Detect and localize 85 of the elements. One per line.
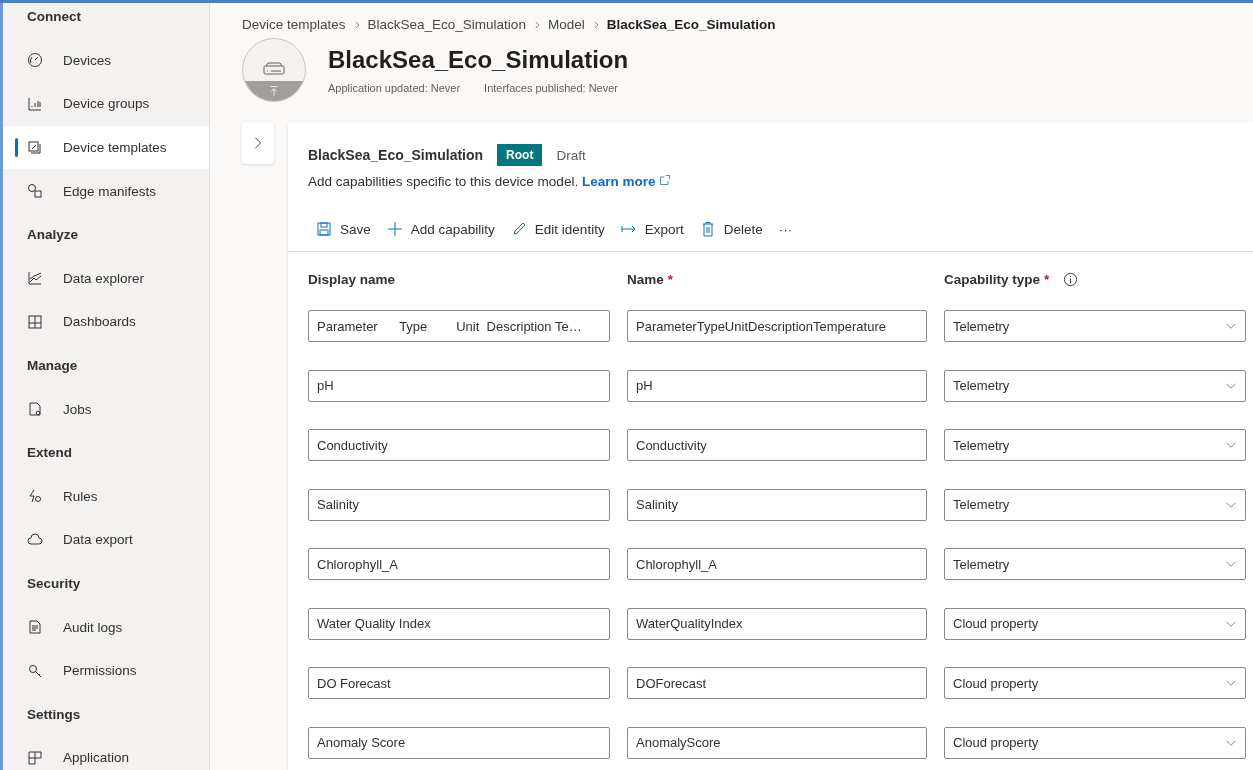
nav-item[interactable]: Data explorer (3, 256, 209, 301)
nav-item[interactable]: Application (3, 736, 209, 770)
display-name-field[interactable]: Chlorophyll_A (308, 548, 610, 580)
nav-item[interactable]: Rules (3, 474, 209, 519)
name-field[interactable]: pH (627, 369, 927, 402)
nav-item[interactable]: Dashboards (3, 300, 209, 344)
edge-device-icon (27, 183, 43, 200)
line-chart-icon (27, 270, 43, 287)
capability-type-dropdown[interactable]: Telemetry (944, 488, 1246, 521)
section-heading: Connect (27, 9, 81, 25)
section-heading: Extend (27, 445, 72, 461)
nav-item[interactable]: Device groups (3, 82, 209, 126)
nav-item[interactable]: Permissions (3, 648, 209, 693)
root-badge: Root (497, 144, 543, 166)
pencil-icon (510, 221, 527, 237)
toolbar-button[interactable]: Save (314, 219, 373, 239)
capability-type-dropdown[interactable]: Cloud property (944, 726, 1246, 759)
gauge-icon (27, 52, 43, 69)
display-name-field[interactable]: Water Quality Index (308, 607, 610, 640)
save-icon (316, 221, 332, 237)
capability-type-dropdown[interactable]: Telemetry (944, 429, 1246, 461)
required-mark: * (1044, 272, 1050, 287)
column-header: Display name (308, 272, 396, 287)
app-layout-icon (27, 749, 43, 766)
breadcrumb-link[interactable]: BlackSea_Eco_Simulation (606, 17, 776, 32)
toolbar-button[interactable]: Edit identity (508, 219, 607, 239)
toolbar-button[interactable]: Export (618, 219, 686, 239)
nav-item[interactable]: Edge manifests (3, 169, 209, 213)
model-name: BlackSea_Eco_Simulation (308, 147, 484, 163)
required-mark: * (667, 272, 674, 287)
toolbar-button[interactable]: Add capability (384, 219, 497, 239)
display-name-field[interactable]: Anomaly Score (308, 726, 610, 759)
display-name-field[interactable]: DO Forecast (308, 667, 610, 699)
name-field[interactable]: WaterQualityIndex (627, 607, 927, 640)
section-heading: Analyze (27, 227, 79, 243)
learn-more-link[interactable]: Learn more (581, 174, 672, 189)
cloud-icon (27, 531, 43, 548)
audit-log-icon (27, 619, 43, 636)
column-header: Name (627, 272, 664, 287)
status-text: Draft (556, 147, 586, 163)
capability-type-dropdown[interactable]: Telemetry (944, 310, 1246, 342)
section-heading: Settings (27, 706, 81, 722)
name-field[interactable]: ParameterTypeUnitDescriptionTemperature (627, 310, 927, 342)
nav-item[interactable]: Audit logs (3, 605, 209, 649)
breadcrumb-link[interactable]: Model (547, 17, 585, 32)
more-button[interactable]: ··· (776, 219, 795, 239)
info-icon (1063, 272, 1079, 287)
column-header: Capability type (944, 272, 1041, 287)
name-field[interactable]: AnomalyScore (627, 726, 927, 759)
nav-item[interactable]: Jobs (3, 387, 209, 431)
document-gear-icon (27, 401, 43, 418)
capability-type-dropdown[interactable]: Cloud property (944, 667, 1246, 699)
template-icon (27, 139, 43, 156)
breadcrumb-link[interactable]: Device templates (242, 17, 346, 32)
page-title: BlackSea_Eco_Simulation (328, 46, 629, 74)
section-heading: Manage (27, 358, 78, 374)
meta-text: Interfaces published: Never (484, 82, 618, 94)
capability-type-dropdown[interactable]: Telemetry (944, 369, 1246, 402)
toolbar-button[interactable]: Delete (697, 219, 765, 239)
section-heading: Security (27, 576, 81, 591)
description-text: Add capabilities specific to this device model. Learn more (288, 166, 1253, 189)
display-name-field[interactable]: pH (308, 369, 610, 402)
device-icon (262, 61, 286, 77)
dashboard-icon (27, 313, 43, 330)
plus-icon (386, 221, 403, 237)
display-name-field[interactable]: Parameter Type Unit Description Te… (308, 310, 610, 342)
name-field[interactable]: Chlorophyll_A (627, 548, 927, 580)
nav-item[interactable]: Devices (3, 38, 209, 83)
capability-type-dropdown[interactable]: Telemetry (944, 548, 1246, 580)
external-link-icon (659, 174, 672, 186)
name-field[interactable]: Salinity (627, 488, 927, 521)
key-icon (27, 662, 43, 679)
nav-item[interactable]: Data export (3, 518, 209, 562)
expand-button[interactable] (242, 122, 274, 164)
nav-item[interactable]: Device templates (3, 125, 209, 170)
bar-chart-icon (27, 96, 43, 112)
rules-icon (27, 488, 43, 505)
name-field[interactable]: DOForecast (627, 667, 927, 699)
meta-text: Application updated: Never (328, 82, 461, 94)
display-name-field[interactable]: Conductivity (308, 429, 610, 461)
name-field[interactable]: Conductivity (627, 429, 927, 461)
capability-type-dropdown[interactable]: Cloud property (944, 607, 1246, 640)
breadcrumb-link[interactable]: BlackSea_Eco_Simulation (367, 17, 526, 32)
upload-icon (268, 85, 280, 97)
display-name-field[interactable]: Salinity (308, 488, 610, 521)
